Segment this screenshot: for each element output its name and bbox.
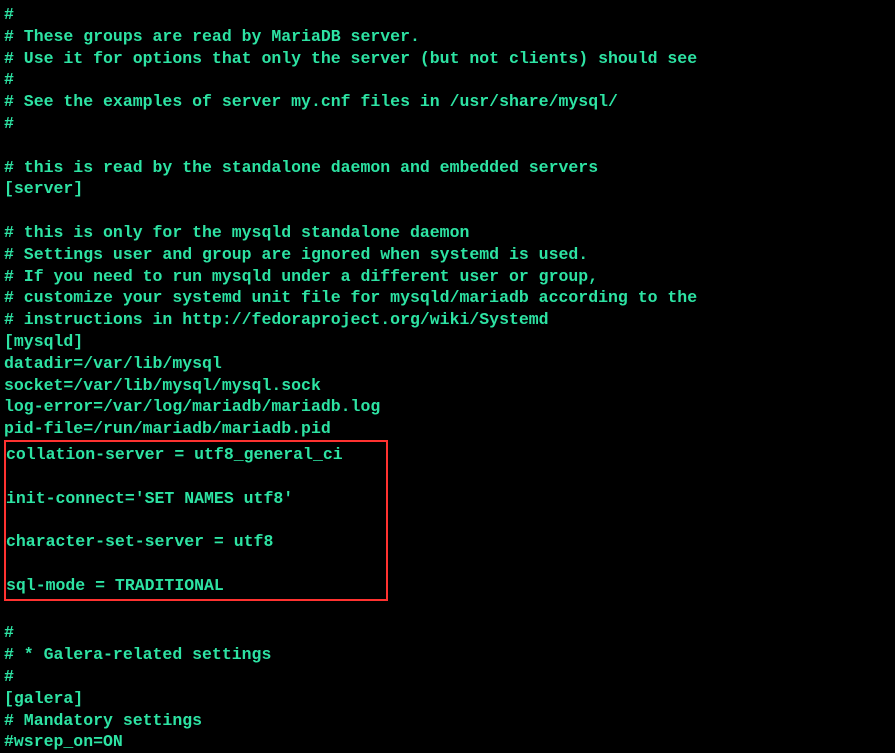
config-file-content: # # These groups are read by MariaDB ser… xyxy=(4,4,891,753)
comment-line: # customize your systemd unit file for m… xyxy=(4,287,891,309)
comment-line: # Use it for options that only the serve… xyxy=(4,48,891,70)
config-directive: pid-file=/run/mariadb/mariadb.pid xyxy=(4,418,891,440)
comment-line: # These groups are read by MariaDB serve… xyxy=(4,26,891,48)
comment-line: # Settings user and group are ignored wh… xyxy=(4,244,891,266)
blank-line xyxy=(6,466,386,488)
section-header: [server] xyxy=(4,178,891,200)
config-directive: init-connect='SET NAMES utf8' xyxy=(6,488,386,510)
comment-line: # xyxy=(4,666,891,688)
comment-line: # xyxy=(4,69,891,91)
comment-line: # * Galera-related settings xyxy=(4,644,891,666)
comment-line: # this is read by the standalone daemon … xyxy=(4,157,891,179)
comment-line: # Mandatory settings xyxy=(4,710,891,732)
comment-line: # instructions in http://fedoraproject.o… xyxy=(4,309,891,331)
config-directive: log-error=/var/log/mariadb/mariadb.log xyxy=(4,396,891,418)
blank-line xyxy=(4,601,891,623)
comment-line: # If you need to run mysqld under a diff… xyxy=(4,266,891,288)
highlighted-config-block: collation-server = utf8_general_ci init-… xyxy=(4,440,388,601)
blank-line xyxy=(6,509,386,531)
config-directive: socket=/var/lib/mysql/mysql.sock xyxy=(4,375,891,397)
config-directive: character-set-server = utf8 xyxy=(6,531,386,553)
config-directive: datadir=/var/lib/mysql xyxy=(4,353,891,375)
section-header: [mysqld] xyxy=(4,331,891,353)
config-directive: collation-server = utf8_general_ci xyxy=(6,444,386,466)
section-header: [galera] xyxy=(4,688,891,710)
comment-line: # See the examples of server my.cnf file… xyxy=(4,91,891,113)
comment-line: # xyxy=(4,622,891,644)
blank-line xyxy=(6,553,386,575)
comment-line: # xyxy=(4,4,891,26)
comment-line: # this is only for the mysqld standalone… xyxy=(4,222,891,244)
comment-line: # xyxy=(4,113,891,135)
config-directive: sql-mode = TRADITIONAL xyxy=(6,575,386,597)
config-directive: #wsrep_on=ON xyxy=(4,731,891,753)
blank-line xyxy=(4,135,891,157)
blank-line xyxy=(4,200,891,222)
